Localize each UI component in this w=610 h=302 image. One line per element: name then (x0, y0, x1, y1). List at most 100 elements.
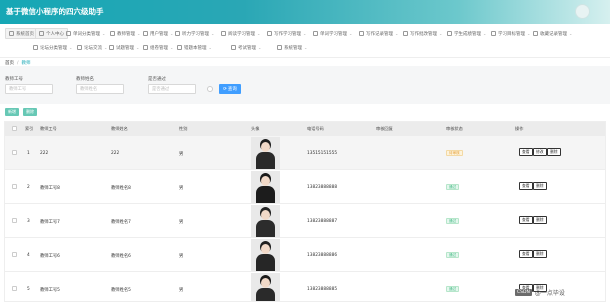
column-header-review-status[interactable]: 审核状态 (446, 126, 463, 132)
menu-item[interactable]: 阅读学习管理 ⌄ (221, 28, 260, 39)
menu-item[interactable]: 试题管理 ⌄ (109, 42, 139, 53)
row-checkbox[interactable] (12, 252, 17, 257)
chevron-down-icon: ⌄ (211, 31, 215, 36)
column-header-index[interactable]: 索引 (25, 126, 33, 132)
user-avatar[interactable] (575, 4, 590, 19)
menu-item-label: 学生成绩管理 (454, 31, 481, 37)
search-icon: ⟳ (223, 86, 227, 92)
menu-item[interactable]: 写作记录管理 ⌄ (359, 28, 398, 39)
menu-item[interactable]: 学习目标管理 ⌄ (491, 28, 530, 39)
cell-phone: 13823888885 (307, 287, 338, 292)
row-delete-button[interactable]: 删除 (547, 148, 561, 156)
menu-item-label: 试题管理 (116, 45, 134, 51)
menu-item[interactable]: 听力学习管理 ⌄ (175, 28, 214, 39)
row-view-button[interactable]: 查看 (519, 182, 533, 190)
row-view-button[interactable]: 查看 (519, 250, 533, 258)
menu-item[interactable]: 单词分类管理 ⌄ (66, 28, 105, 39)
menu-item-label: 论坛分类管理 (40, 45, 67, 51)
menu-item-icon (221, 31, 226, 36)
menu-item-icon (403, 31, 408, 36)
bulk-delete-button[interactable]: 删除 (23, 108, 37, 116)
menu-item[interactable]: 用户管理 ⌄ (143, 28, 173, 39)
cell-teacher-name: 教师姓名5 (111, 288, 131, 293)
approval-select-indicator[interactable] (207, 86, 213, 92)
menu-item[interactable]: 考试管理 ⌄ (231, 42, 261, 53)
menu-item-label: 系统管理 (284, 45, 302, 51)
table-row[interactable]: 1 222 222 男 13515151555 待审核 查看 修改 删除 (5, 136, 605, 170)
select-all-checkbox[interactable] (12, 126, 17, 131)
menu-item[interactable]: 错题本管理 ⌄ (177, 42, 212, 53)
menu-item[interactable]: 论坛交流 ⌄ (77, 42, 107, 53)
row-checkbox[interactable] (12, 184, 17, 189)
menu-item[interactable]: 论坛分类管理 ⌄ (33, 42, 72, 53)
row-delete-button[interactable]: 删除 (533, 250, 547, 258)
search-button-label: 查询 (227, 87, 237, 92)
cell-teacher-id: 222 (40, 151, 49, 156)
teacher-avatar[interactable] (251, 137, 280, 169)
row-checkbox[interactable] (12, 150, 17, 155)
teacher-avatar[interactable] (251, 171, 280, 203)
menu-item-label: 用户管理 (150, 31, 168, 37)
menu-item-icon (39, 31, 44, 36)
table-row[interactable]: 2 教师工号8 教师姓名8 男 13823888888 通过 查看 删除 (5, 170, 605, 204)
menu-item[interactable]: 系统管理 ⌄ (277, 42, 307, 53)
menu-item-icon (33, 45, 38, 50)
table-row[interactable]: 3 教师工号7 教师姓名7 男 13823888887 通过 查看 删除 (5, 204, 605, 238)
add-button[interactable]: 新增 (5, 108, 19, 116)
menu-item[interactable]: 学生成绩管理 ⌄ (447, 28, 486, 39)
search-button[interactable]: ⟳ 查询 (219, 84, 241, 94)
chevron-down-icon: ⌄ (303, 31, 307, 36)
menu-item-label: 论坛交流 (84, 45, 102, 51)
cell-phone: 13823888886 (307, 253, 338, 258)
row-delete-button[interactable]: 删除 (533, 216, 547, 224)
menu-item[interactable]: 收藏记录管理 ⌄ (533, 28, 572, 39)
row-edit-button[interactable]: 修改 (533, 148, 547, 156)
status-badge: 通过 (446, 286, 460, 292)
chevron-down-icon: ⌄ (569, 31, 573, 36)
chevron-down-icon: ⌄ (527, 31, 531, 36)
teacher-id-input[interactable] (5, 84, 53, 94)
column-header-avatar: 头像 (251, 126, 260, 131)
watermark-text: @一点毕设 (534, 289, 565, 297)
cell-teacher-name: 教师姓名6 (111, 254, 131, 259)
menu-item[interactable]: 教师管理 ⌄ (110, 28, 140, 39)
cell-teacher-id: 教师工号8 (40, 186, 60, 191)
table-row[interactable]: 4 教师工号6 教师姓名6 男 13823888886 通过 查看 删除 (5, 238, 605, 272)
menu-item[interactable]: 个人中心 (35, 28, 68, 39)
teacher-avatar[interactable] (251, 205, 280, 237)
menu-item[interactable]: 组卷管理 ⌄ (143, 42, 173, 53)
menu-item-icon (267, 31, 272, 36)
approval-label: 是否通过 (148, 77, 166, 82)
column-header-gender[interactable]: 性别 (179, 126, 187, 132)
menu-item-label: 系统首页 (16, 31, 34, 37)
cell-teacher-id: 教师工号7 (40, 220, 60, 225)
cell-teacher-id: 教师工号5 (40, 288, 60, 293)
teacher-avatar[interactable] (251, 273, 280, 301)
teacher-avatar[interactable] (251, 239, 280, 271)
menu-item[interactable]: 写作批改管理 ⌄ (403, 28, 442, 39)
row-view-button[interactable]: 查看 (519, 148, 533, 156)
avatar-body-shape (256, 254, 275, 271)
menu-item-icon (143, 31, 148, 36)
row-view-button[interactable]: 查看 (519, 216, 533, 224)
menu-item[interactable]: 单词学习管理 ⌄ (313, 28, 352, 39)
cell-phone: 13823888888 (307, 185, 338, 190)
teacher-id-label: 教师工号 (5, 77, 23, 82)
menu-item-label: 个人中心 (46, 31, 64, 37)
menu-item-label: 单词分类管理 (73, 31, 100, 37)
column-header-teacher-name[interactable]: 教师姓名 (111, 126, 128, 132)
chevron-down-icon: ⌄ (395, 31, 399, 36)
watermark-tag: CSDN (515, 288, 532, 296)
row-delete-button[interactable]: 删除 (533, 182, 547, 190)
menu-item[interactable]: 写作学习管理 ⌄ (267, 28, 306, 39)
row-checkbox[interactable] (12, 218, 17, 223)
teacher-name-input[interactable] (76, 84, 124, 94)
column-header-phone[interactable]: 电话号码 (307, 126, 324, 132)
menu-item[interactable]: 系统首页 (5, 28, 38, 39)
column-header-review-reply[interactable]: 审核回复 (376, 126, 393, 132)
avatar-body-shape (256, 220, 275, 237)
approval-input[interactable] (148, 84, 196, 94)
row-checkbox[interactable] (12, 286, 17, 291)
column-header-teacher-id[interactable]: 教师工号 (40, 126, 57, 132)
cell-gender: 男 (179, 220, 184, 225)
